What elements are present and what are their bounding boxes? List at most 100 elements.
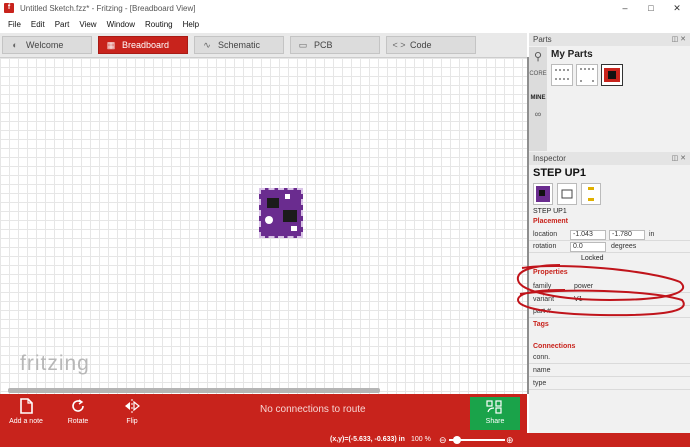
parts-header: Parts ◫ ✕ <box>529 33 690 46</box>
location-y-field[interactable]: -1.780 <box>609 230 645 240</box>
board-preview-icon <box>536 186 550 202</box>
variant-label: variant <box>533 296 555 303</box>
zoom-slider-handle[interactable] <box>453 436 461 444</box>
zoom-in-icon[interactable]: ⊕ <box>506 435 514 446</box>
schematic-preview-icon <box>561 189 573 199</box>
location-x-field[interactable]: -1.043 <box>570 230 606 240</box>
tags-header: Tags <box>533 321 549 328</box>
part-thumbnail[interactable] <box>576 64 598 86</box>
tab-schematic[interactable]: ∿ Schematic <box>194 36 284 54</box>
menu-view[interactable]: View <box>74 20 101 29</box>
name-row: name <box>529 365 690 377</box>
menu-bar: File Edit Part View Window Routing Help <box>0 17 690 31</box>
connections-header: Connections <box>533 343 576 350</box>
pad-graphic <box>291 226 297 231</box>
part-thumbnail[interactable] <box>551 64 573 86</box>
menu-window[interactable]: Window <box>102 20 140 29</box>
breadboard-image <box>533 183 553 205</box>
zoom-level: 100 % <box>411 436 431 443</box>
rotate-button[interactable]: Rotate <box>64 397 92 425</box>
location-row: location -1.043 -1.780 in <box>529 229 690 241</box>
share-button[interactable]: Share <box>470 397 520 430</box>
flip-label: Flip <box>126 418 138 425</box>
routing-status: No connections to route <box>260 404 366 415</box>
bin-core[interactable]: CORE <box>529 71 547 77</box>
menu-part[interactable]: Part <box>50 20 75 29</box>
dock-controls-icon[interactable]: ◫ ✕ <box>672 152 686 165</box>
name-label: name <box>533 367 551 374</box>
code-icon: < > <box>392 40 406 50</box>
part-number-label: part # <box>533 308 551 315</box>
tab-label: PCB <box>314 40 333 50</box>
share-icon <box>486 400 502 414</box>
inspector-part-name: STEP UP1 <box>533 167 586 179</box>
menu-file[interactable]: File <box>3 20 26 29</box>
bin-title: My Parts <box>551 49 593 60</box>
family-value: power <box>574 283 594 290</box>
location-unit: in <box>649 231 655 238</box>
maximize-button[interactable]: □ <box>638 0 664 16</box>
cursor-coordinates: (x,y)=(-5.633, -0.633) in <box>330 436 405 443</box>
tab-label: Welcome <box>26 40 64 50</box>
add-note-button[interactable]: Add a note <box>8 397 44 425</box>
rotation-label: rotation <box>533 243 557 250</box>
fritzing-app-icon: f <box>4 3 14 13</box>
arduino-bin-icon[interactable]: ∞ <box>529 109 547 119</box>
part-number-row: part # <box>529 306 690 318</box>
zoom-out-icon[interactable]: ⊖ <box>439 435 447 446</box>
schematic-image <box>557 183 577 205</box>
close-button[interactable]: ✕ <box>664 0 690 16</box>
tab-breadboard[interactable]: ▦ Breadboard <box>98 36 188 54</box>
bottom-toolbar: Add a note Rotate Flip No connections to… <box>0 394 527 433</box>
rotation-row: rotation 0.0 degrees <box>529 241 690 253</box>
parts-bin-sidebar: ⚲ CORE MINE ∞ <box>529 47 547 151</box>
breadboard-icon: ▦ <box>106 39 116 50</box>
location-label: location <box>533 231 558 238</box>
chip-graphic <box>267 198 279 208</box>
search-icon[interactable]: ⚲ <box>529 50 547 63</box>
variant-value[interactable]: V1 <box>574 296 583 303</box>
rotate-label: Rotate <box>67 418 89 425</box>
part-caption: STEP UP1 <box>533 208 567 215</box>
chip-graphic <box>283 210 297 222</box>
bin-mine[interactable]: MINE <box>529 95 547 101</box>
type-row: type <box>529 378 690 390</box>
pad-graphic <box>285 194 290 199</box>
schematic-icon: ∿ <box>203 39 211 50</box>
right-dock: Parts ◫ ✕ ⚲ CORE MINE ∞ My Parts Inspect… <box>529 33 690 433</box>
tab-welcome[interactable]: ◐ Welcome <box>2 36 92 54</box>
menu-routing[interactable]: Routing <box>140 20 178 29</box>
breadboard-part-icon <box>555 69 569 80</box>
variant-row: variant V1 <box>529 294 690 306</box>
window-title: Untitled Sketch.fzz* - Fritzing - [Bread… <box>20 3 196 13</box>
inspector-header: Inspector ◫ ✕ <box>529 152 690 165</box>
menu-edit[interactable]: Edit <box>26 20 50 29</box>
breadboard-canvas[interactable]: fritzing <box>0 57 527 394</box>
locked-checkbox[interactable]: Locked <box>581 255 604 262</box>
view-tab-bar: ◐ Welcome ▦ Breadboard ∿ Schematic ▭ PCB… <box>0 33 527 57</box>
placement-header: Placement <box>533 218 569 225</box>
status-bar: (x,y)=(-5.633, -0.633) in 100 % ⊖ ⊕ <box>0 433 690 447</box>
family-row: family power <box>529 281 690 293</box>
add-note-label: Add a note <box>9 418 43 425</box>
family-label: family <box>533 283 552 290</box>
tab-pcb[interactable]: ▭ PCB <box>290 36 380 54</box>
step-up-module-part[interactable] <box>259 188 303 238</box>
fritzing-watermark: fritzing <box>20 352 90 375</box>
minimize-button[interactable]: – <box>612 0 638 16</box>
parts-title: Parts <box>533 35 552 44</box>
type-label: type <box>533 380 547 387</box>
pcb-icon: ▭ <box>298 39 308 50</box>
inspector-title: Inspector <box>533 154 566 163</box>
horizontal-scrollbar[interactable] <box>8 388 380 393</box>
part-thumbnail-selected[interactable] <box>601 64 623 86</box>
flip-button[interactable]: Flip <box>120 397 144 425</box>
flip-icon <box>125 399 140 413</box>
tab-code[interactable]: < > Code <box>386 36 476 54</box>
pcb-image <box>581 183 601 205</box>
rotation-field[interactable]: 0.0 <box>570 242 606 252</box>
menu-help[interactable]: Help <box>178 20 204 29</box>
conn-label: conn. <box>533 354 551 361</box>
dock-controls-icon[interactable]: ◫ ✕ <box>672 33 686 46</box>
welcome-icon: ◐ <box>12 40 18 50</box>
